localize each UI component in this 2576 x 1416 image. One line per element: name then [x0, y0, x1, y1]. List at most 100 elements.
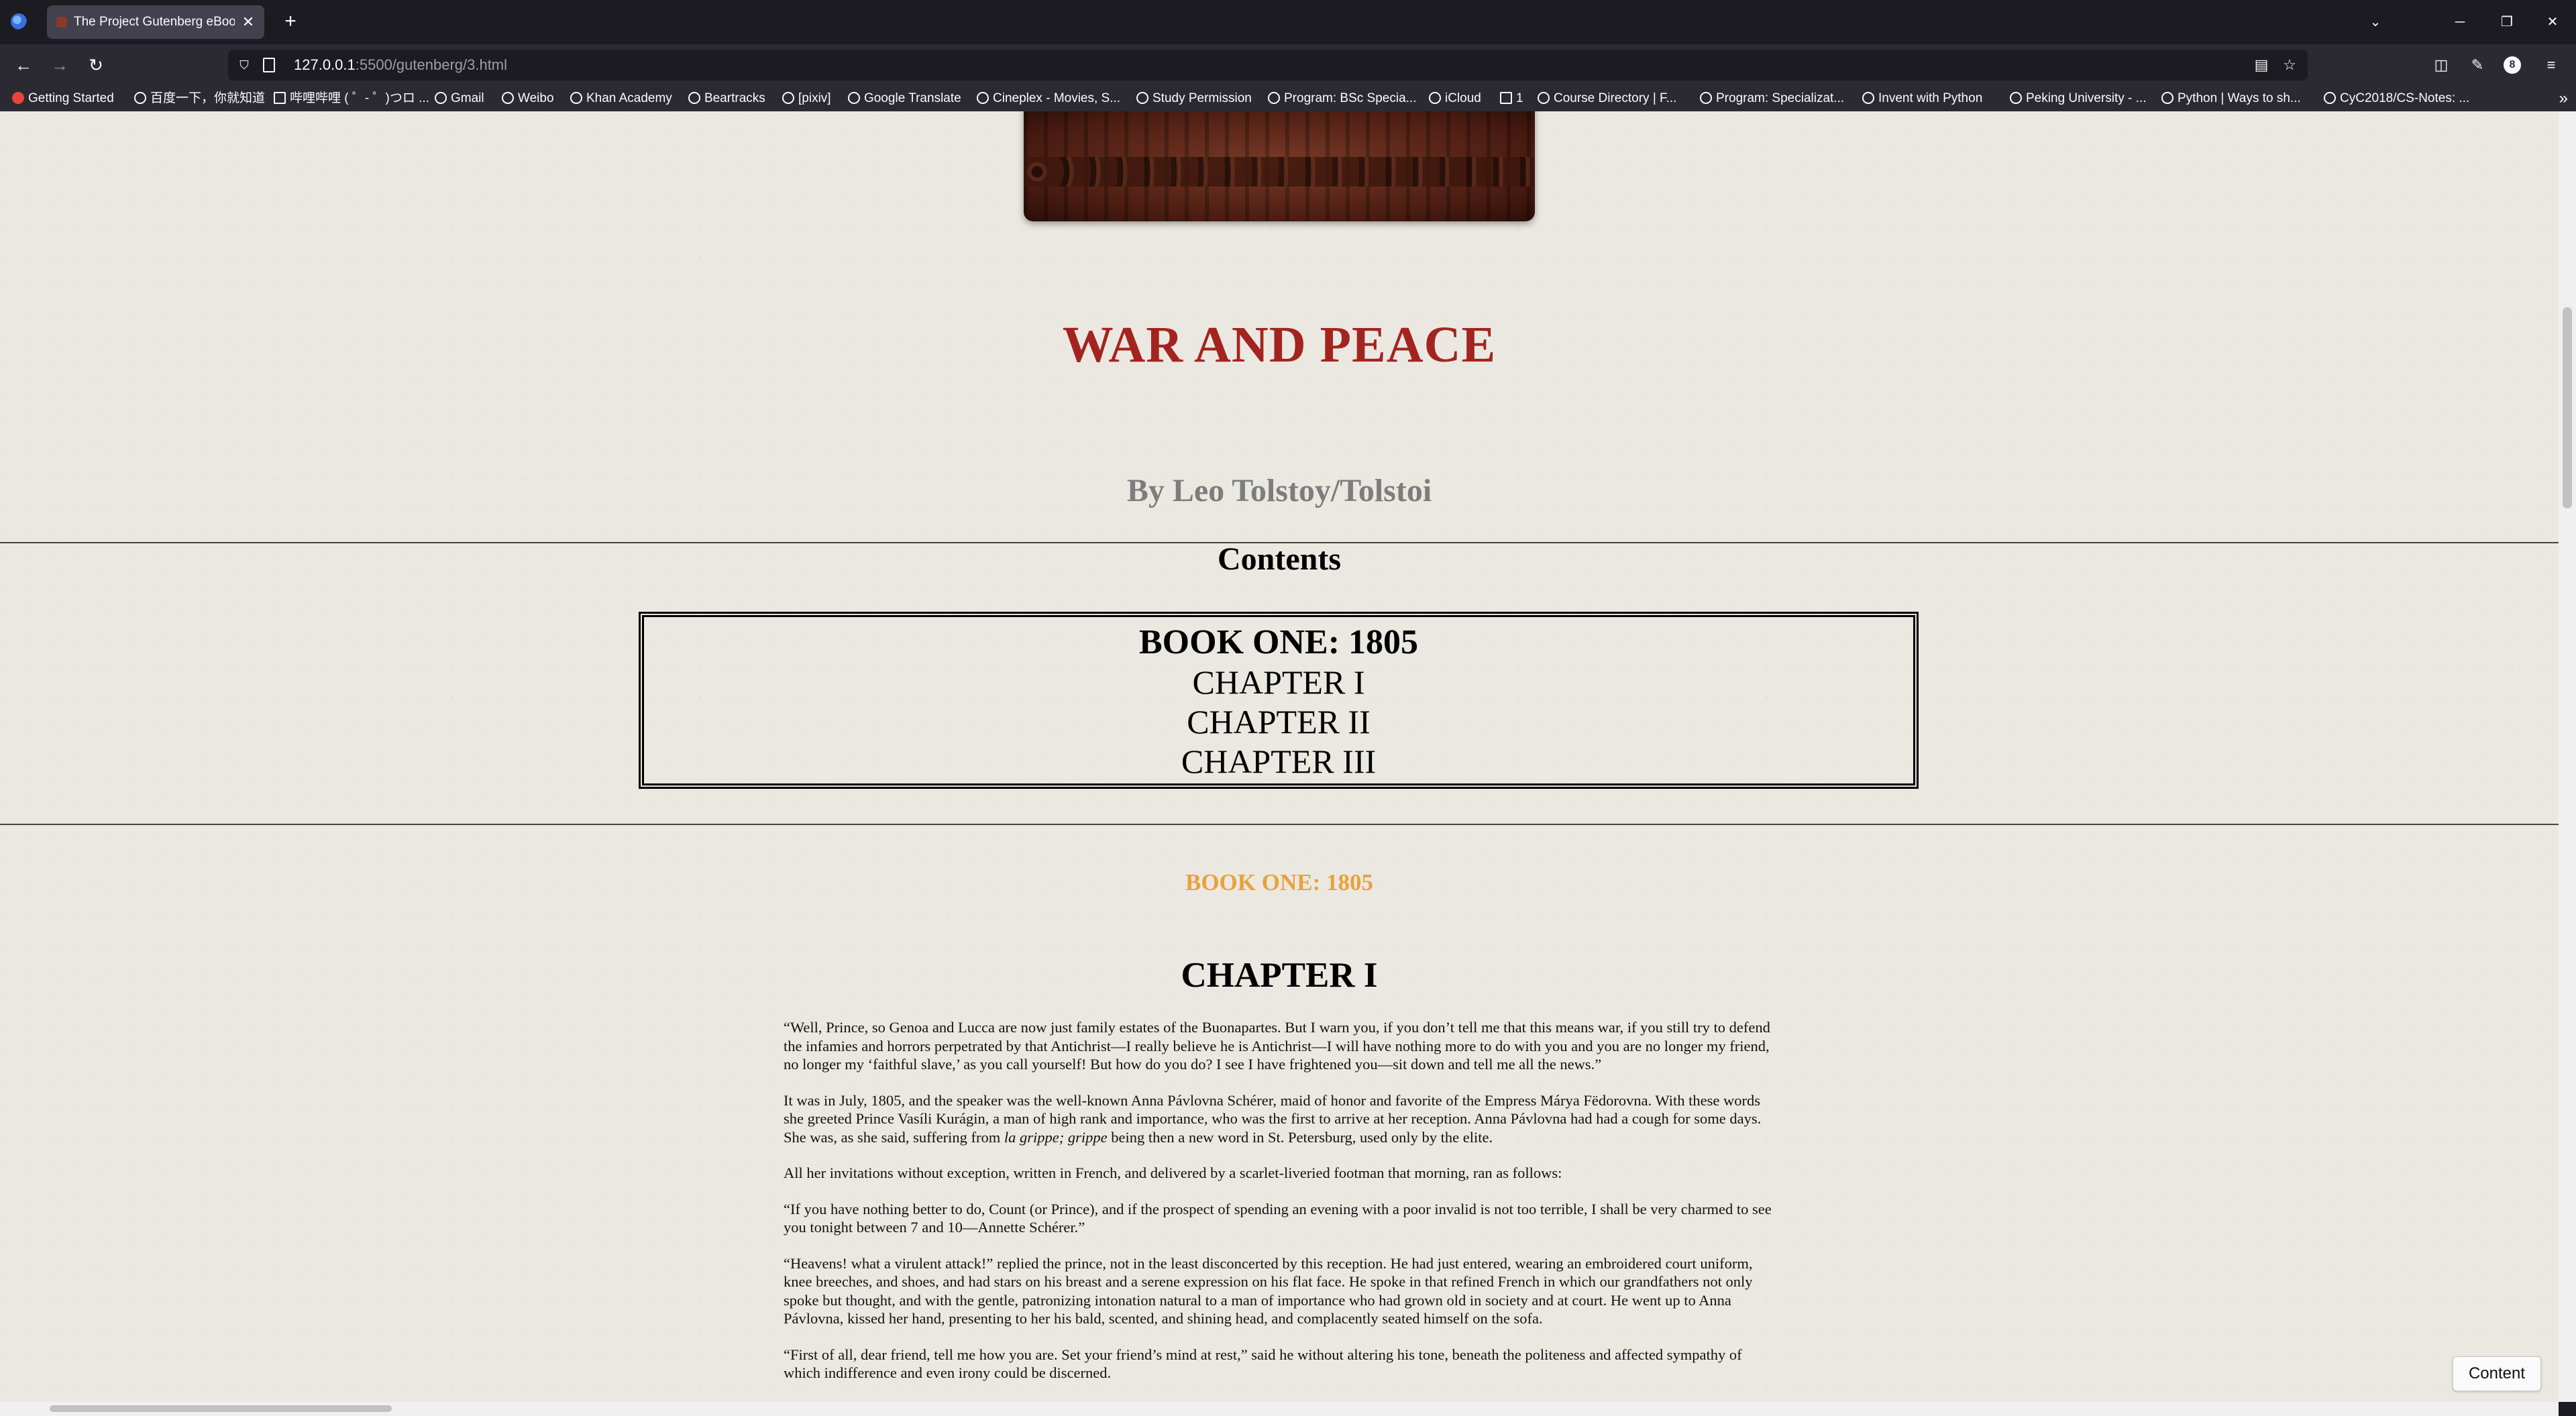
globe-icon: [570, 92, 582, 104]
globe-icon: [1429, 92, 1441, 104]
globe-icon: [1862, 92, 1874, 104]
minimize-button[interactable]: ─: [2445, 9, 2475, 35]
globe-icon: [848, 92, 860, 104]
bookmark-item[interactable]: CyC2018/CS-Notes: ...: [2324, 86, 2469, 111]
globe-icon: [2161, 92, 2174, 104]
firefox-logo-icon: [11, 13, 27, 30]
chapter-heading: CHAPTER I: [1181, 956, 1378, 995]
account-icon[interactable]: 8: [2504, 56, 2521, 74]
page-info-icon[interactable]: [263, 58, 275, 72]
globe-icon: [1136, 92, 1148, 104]
bookmark-label: Course Directory | F...: [1554, 91, 1677, 105]
book-title: WAR AND PEACE: [1062, 317, 1497, 373]
bookmark-item[interactable]: Khan Academy: [570, 86, 672, 111]
restore-button[interactable]: ❐: [2491, 9, 2522, 35]
bilibili-icon: [274, 92, 286, 104]
bookmarks-overflow-icon[interactable]: »: [2559, 86, 2568, 111]
bookmark-label: [pixiv]: [798, 91, 831, 105]
bookmark-item[interactable]: Getting Started: [12, 86, 114, 111]
bookmark-label: Study Permission: [1152, 91, 1252, 105]
pocket-icon[interactable]: ◫: [2430, 54, 2453, 76]
toc-book-link[interactable]: BOOK ONE: 1805: [644, 622, 1913, 663]
globe-icon: [782, 92, 794, 104]
back-button[interactable]: ←: [12, 54, 35, 76]
bookmark-item[interactable]: 哔哩哔哩 ( ゜- ゜)つロ ...: [274, 86, 429, 111]
extensions-icon[interactable]: ✎: [2466, 54, 2489, 76]
bookmark-item[interactable]: Invent with Python: [1862, 86, 1982, 111]
tab-list-button[interactable]: ⌄: [2360, 9, 2391, 35]
bookmark-label: Getting Started: [28, 91, 114, 105]
page-viewport: WAR AND PEACE By Leo Tolstoy/Tolstoi Con…: [0, 111, 2559, 1402]
bookmark-item[interactable]: Program: Specializat...: [1700, 86, 1844, 111]
table-of-contents: BOOK ONE: 1805 CHAPTER I CHAPTER II CHAP…: [639, 612, 1919, 789]
tab-close-icon[interactable]: ✕: [239, 13, 258, 32]
italic-phrase: la grippe; grippe: [1004, 1128, 1108, 1146]
globe-icon: [2010, 92, 2022, 104]
globe-icon: [977, 92, 989, 104]
bookmark-label: Program: Specializat...: [1716, 91, 1845, 105]
content-button[interactable]: Content: [2453, 1356, 2541, 1391]
author-line: By Leo Tolstoy/Tolstoi: [1126, 473, 1432, 508]
divider: [0, 824, 2559, 825]
forward-button[interactable]: →: [48, 54, 71, 76]
reader-view-icon[interactable]: ▤: [2253, 56, 2270, 74]
paragraph: It was in July, 1805, and the speaker wa…: [784, 1091, 1776, 1147]
globe-icon: [1268, 92, 1280, 104]
bookmark-label: 哔哩哔哩 ( ゜- ゜)つロ ...: [290, 91, 429, 105]
close-window-button[interactable]: ✕: [2537, 9, 2568, 35]
bookmark-item[interactable]: Course Directory | F...: [1538, 86, 1676, 111]
bookmark-item[interactable]: Study Permission: [1136, 86, 1252, 111]
bookmark-label: 百度一下，你就知道: [150, 91, 266, 105]
toc-chapter-3-link[interactable]: CHAPTER III: [644, 742, 1913, 781]
bookmark-item[interactable]: Weibo: [502, 86, 554, 111]
bookmark-item[interactable]: Google Translate: [848, 86, 961, 111]
chapter-text: “Well, Prince, so Genoa and Lucca are no…: [784, 1018, 1776, 1400]
cover-ornament: [1024, 157, 1535, 186]
baidu-icon: [134, 92, 146, 104]
bookmark-label: Program: BSc Specia...: [1284, 91, 1417, 105]
bookmark-item[interactable]: 百度一下，你就知道: [134, 86, 265, 111]
bookmark-item[interactable]: Beartracks: [688, 86, 765, 111]
new-tab-button[interactable]: +: [279, 11, 302, 34]
bookmark-item[interactable]: Peking University - ...: [2010, 86, 2147, 111]
gutenberg-favicon-icon: [56, 17, 67, 28]
bookmark-item[interactable]: Gmail: [435, 86, 484, 111]
paragraph-text: being then a new word in St. Petersburg,…: [1107, 1128, 1493, 1146]
horizontal-scrollbar-thumb[interactable]: [50, 1405, 392, 1412]
bookmark-label: Gmail: [451, 91, 484, 105]
reload-button[interactable]: ↻: [85, 54, 107, 76]
app-menu-icon[interactable]: ≡: [2540, 54, 2563, 76]
url-host: 127.0.0.1: [294, 56, 356, 73]
bookmark-item[interactable]: iCloud: [1429, 86, 1481, 111]
paragraph: All her invitations without exception, w…: [784, 1164, 1562, 1181]
globe-icon: [502, 92, 514, 104]
contents-heading: Contents: [1217, 541, 1341, 577]
bookmark-label: Beartracks: [704, 91, 765, 105]
globe-icon: [1538, 92, 1550, 104]
bookmark-star-icon[interactable]: ☆: [2281, 56, 2298, 74]
globe-icon: [2324, 92, 2336, 104]
active-tab[interactable]: The Project Gutenberg eBook ✕: [47, 5, 264, 39]
url-path: :5500/gutenberg/3.html: [355, 56, 508, 73]
bookmarks-toolbar: Getting Started 百度一下，你就知道 哔哩哔哩 ( ゜- ゜)つロ…: [0, 86, 2576, 111]
bookmark-item[interactable]: [pixiv]: [782, 86, 831, 111]
globe-icon: [435, 92, 447, 104]
vertical-scrollbar-thumb[interactable]: [2563, 307, 2572, 508]
toc-chapter-2-link[interactable]: CHAPTER II: [644, 702, 1913, 742]
url-bar[interactable]: ⛉ 127.0.0.1:5500/gutenberg/3.html ▤ ☆: [228, 50, 2308, 80]
bookmark-item[interactable]: Cineplex - Movies, S...: [977, 86, 1120, 111]
globe-icon: [688, 92, 700, 104]
paragraph: “Heavens! what a virulent attack!” repli…: [784, 1254, 1753, 1327]
firefox-icon: [12, 92, 24, 104]
bookmark-item[interactable]: Python | Ways to sh...: [2161, 86, 2301, 111]
navigation-bar: ← → ↻ ⛉ 127.0.0.1:5500/gutenberg/3.html …: [0, 44, 2576, 86]
bookmark-item[interactable]: 1: [1500, 86, 1523, 111]
url-text[interactable]: 127.0.0.1:5500/gutenberg/3.html: [294, 50, 507, 80]
tab-title: The Project Gutenberg eBook: [74, 15, 235, 29]
folder-icon: [1500, 92, 1512, 104]
bookmark-item[interactable]: Program: BSc Specia...: [1268, 86, 1416, 111]
tracking-shield-icon[interactable]: ⛉: [237, 58, 251, 72]
toc-chapter-1-link[interactable]: CHAPTER I: [644, 663, 1913, 702]
horizontal-scrollbar[interactable]: [0, 1402, 2559, 1416]
vertical-scrollbar[interactable]: [2559, 111, 2576, 1402]
